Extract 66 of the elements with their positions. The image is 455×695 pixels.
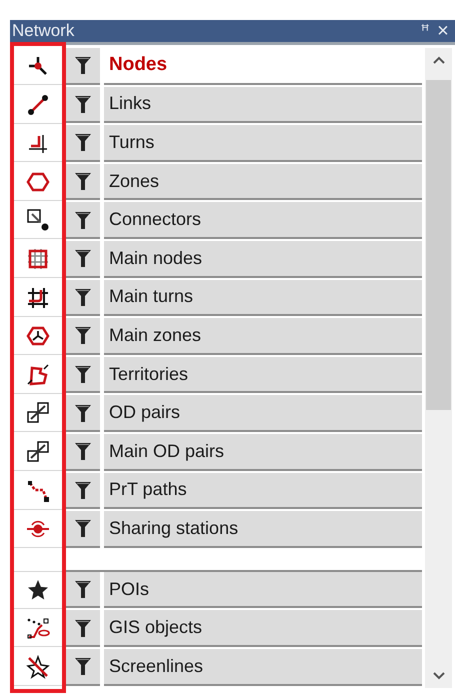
filter-button[interactable] — [66, 648, 100, 686]
filter-button[interactable] — [66, 356, 100, 394]
panel-title: Network — [12, 20, 76, 42]
filter-button[interactable] — [66, 610, 100, 647]
filter-icon — [74, 656, 92, 676]
filter-icon — [74, 325, 92, 346]
layer-item[interactable]: Turns — [104, 125, 422, 162]
scroll-down-icon[interactable] — [432, 672, 444, 680]
layer-item[interactable]: Main OD pairs — [104, 434, 422, 471]
layer-icon — [26, 440, 50, 464]
filter-icon — [74, 132, 92, 152]
filter-icon — [74, 618, 92, 638]
layer-item[interactable]: Links — [104, 86, 422, 124]
filter-button[interactable] — [66, 240, 100, 278]
layer-item[interactable]: Main nodes — [104, 240, 422, 278]
layer-item[interactable]: Sharing stations — [104, 511, 422, 548]
layer-icon — [26, 401, 50, 426]
filter-button[interactable] — [66, 280, 100, 316]
layer-icon — [26, 324, 50, 348]
layer-item[interactable]: Main turns — [104, 280, 422, 316]
filter-button[interactable] — [66, 86, 100, 124]
filter-button[interactable] — [66, 511, 100, 548]
layer-icon — [26, 362, 50, 387]
layer-item[interactable]: Connectors — [104, 202, 422, 239]
layer-icon — [26, 616, 50, 640]
filter-icon — [74, 518, 92, 538]
filter-icon — [74, 248, 92, 268]
layer-icon — [26, 92, 50, 117]
filter-button[interactable] — [66, 202, 100, 239]
layer-item[interactable]: Screenlines — [104, 648, 422, 686]
layer-icon — [26, 654, 50, 679]
filter-button[interactable] — [66, 164, 100, 200]
filter-icon — [74, 402, 92, 423]
filter-icon — [74, 579, 92, 600]
filter-button[interactable] — [66, 48, 100, 85]
filter-icon — [74, 210, 92, 230]
filter-icon — [74, 55, 92, 76]
filter-button[interactable] — [66, 125, 100, 162]
layer-icon — [26, 286, 50, 310]
layer-icon — [26, 578, 50, 602]
filter-icon — [74, 364, 92, 384]
filter-button[interactable] — [66, 472, 100, 510]
filter-icon — [74, 441, 92, 462]
layer-item[interactable]: OD pairs — [104, 395, 422, 432]
filter-button[interactable] — [66, 572, 100, 608]
filter-icon — [74, 480, 92, 500]
filter-icon — [74, 171, 92, 192]
layer-item[interactable]: Zones — [104, 164, 422, 200]
layer-icon — [26, 478, 50, 503]
pin-button[interactable]: ꟸ — [416, 20, 434, 42]
filter-button[interactable] — [66, 395, 100, 432]
layer-item[interactable]: Territories — [104, 356, 422, 394]
filter-icon — [74, 94, 92, 114]
filter-button[interactable] — [66, 318, 100, 355]
scrollbar-thumb[interactable] — [426, 80, 451, 410]
close-button[interactable]: × — [434, 21, 452, 41]
layer-item[interactable]: Main zones — [104, 318, 422, 355]
scroll-up-icon[interactable] — [432, 56, 444, 64]
scrollbar[interactable] — [425, 48, 452, 688]
layer-item[interactable]: GIS objects — [104, 610, 422, 647]
filter-icon — [74, 286, 92, 307]
layer-icon — [26, 208, 50, 232]
filter-button[interactable] — [66, 434, 100, 471]
layer-item[interactable]: POIs — [104, 572, 422, 608]
layer-icon — [26, 246, 50, 271]
layer-item[interactable]: PrT paths — [104, 472, 422, 510]
